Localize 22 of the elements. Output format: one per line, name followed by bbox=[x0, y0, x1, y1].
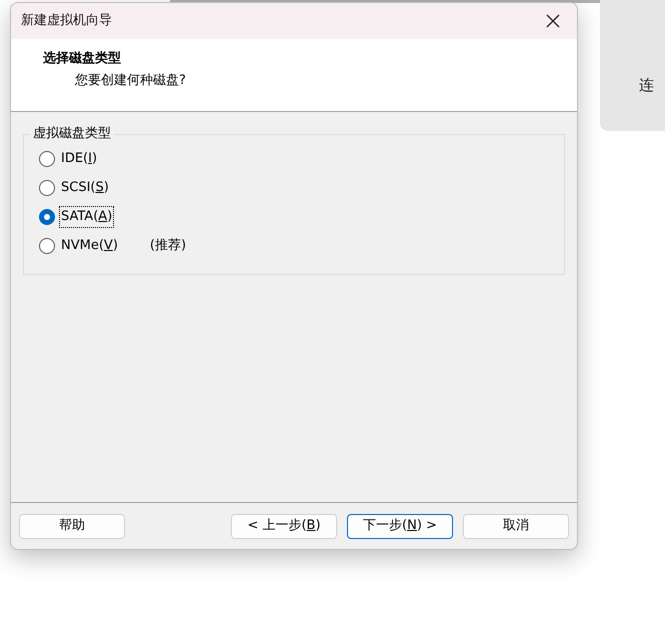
radio-option[interactable]: IDE(I) bbox=[39, 149, 564, 169]
help-button[interactable]: 帮助 bbox=[19, 514, 125, 538]
header-subtitle: 您要创建何种磁盘? bbox=[74, 72, 187, 90]
nav-button[interactable]: < 上一步(B) bbox=[231, 514, 337, 538]
recommended-note: (推荐) bbox=[150, 237, 186, 256]
nav-button[interactable]: 下一步(N) > bbox=[347, 514, 453, 538]
radio-option[interactable]: SATA(A) bbox=[39, 207, 564, 227]
radio-button[interactable] bbox=[39, 209, 55, 225]
radio-button[interactable] bbox=[39, 238, 55, 254]
radio-button[interactable] bbox=[39, 180, 55, 196]
radio-label: SATA(A) bbox=[60, 207, 114, 227]
card-text: 连 bbox=[639, 76, 654, 94]
radio-option[interactable]: NVMe(V) (推荐) bbox=[39, 236, 564, 256]
close-icon bbox=[546, 14, 560, 28]
radio-label: NVMe(V) bbox=[60, 237, 119, 256]
radio-label: IDE(I) bbox=[60, 150, 98, 168]
cancel-button[interactable]: 取消 bbox=[463, 514, 569, 538]
radio-option[interactable]: SCSI(S) bbox=[39, 178, 564, 198]
window-title: 新建虚拟机向导 bbox=[21, 12, 112, 30]
header-title: 选择磁盘类型 bbox=[43, 50, 122, 68]
radio-label: SCSI(S) bbox=[60, 179, 110, 198]
radio-button[interactable] bbox=[39, 151, 55, 167]
